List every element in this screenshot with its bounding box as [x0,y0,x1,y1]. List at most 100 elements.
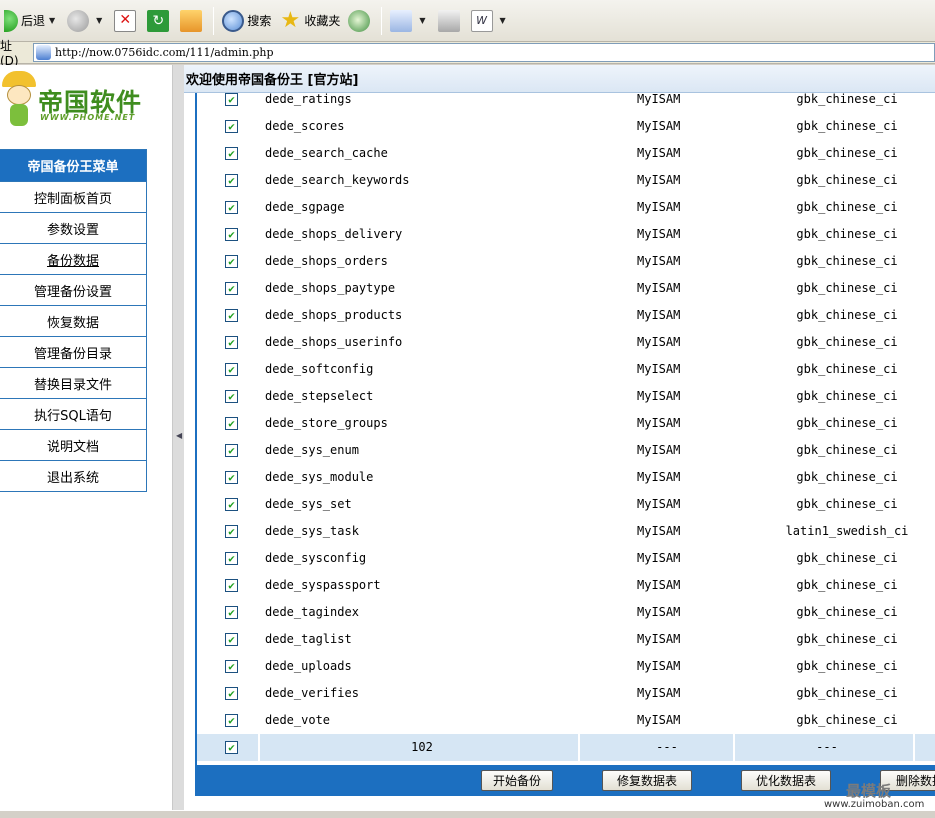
table-list-panel: ✔ dede_ratings MyISAM gbk_chinese_ci ✔ dede_s… [195,93,935,796]
menu-item-settings[interactable]: 参数设置 [0,212,146,243]
table-checkbox[interactable]: ✔ [225,147,238,160]
table-engine: MyISAM [637,470,681,484]
edit-button[interactable]: W ▼ [467,6,514,36]
table-checkbox[interactable]: ✔ [225,309,238,322]
table-checkbox[interactable]: ✔ [225,255,238,268]
collapse-arrow-icon[interactable]: ◀ [176,431,182,440]
table-row: ✔ dede_shops_products MyISAM gbk_chinese_ci [197,302,935,329]
home-button[interactable] [176,6,209,36]
menu-item-run-sql[interactable]: 执行SQL语句 [0,398,146,429]
frame-splitter[interactable]: ◀ [172,65,184,810]
table-name: dede_search_cache [265,146,388,160]
table-checkbox[interactable]: ✔ [225,552,238,565]
mail-button[interactable]: ▼ [386,6,433,36]
table-checkbox[interactable]: ✔ [225,120,238,133]
table-collation: gbk_chinese_ci [796,659,898,673]
table-checkbox[interactable]: ✔ [225,417,238,430]
address-label: 址 (D) [0,39,19,68]
select-all-checkbox[interactable]: ✔ [225,741,238,754]
table-row: ✔ dede_sys_enum MyISAM gbk_chinese_ci [197,437,935,464]
table-collation: gbk_chinese_ci [796,200,898,214]
back-button[interactable]: 后退 ▼ [0,6,63,36]
table-checkbox[interactable]: ✔ [225,606,238,619]
table-checkbox[interactable]: ✔ [225,714,238,727]
repair-tables-button[interactable]: 修复数据表 [602,770,692,791]
table-row: ✔ dede_shops_userinfo MyISAM gbk_chinese_ci [197,329,935,356]
table-row: ✔ dede_sys_task MyISAM latin1_swedish_ci [197,518,935,545]
table-row: ✔ dede_ratings MyISAM gbk_chinese_ci [197,93,935,113]
table-checkbox[interactable]: ✔ [225,525,238,538]
table-checkbox[interactable]: ✔ [225,471,238,484]
table-checkbox[interactable]: ✔ [225,498,238,511]
table-checkbox[interactable]: ✔ [225,579,238,592]
table-checkbox[interactable]: ✔ [225,336,238,349]
table-checkbox[interactable]: ✔ [225,633,238,646]
table-name: dede_sgpage [265,200,345,214]
table-engine: MyISAM [637,119,681,133]
table-engine: MyISAM [637,308,681,322]
table-checkbox[interactable]: ✔ [225,687,238,700]
menu-item-backup-dirs[interactable]: 管理备份目录 [0,336,146,367]
table-collation: gbk_chinese_ci [796,578,898,592]
table-checkbox[interactable]: ✔ [225,228,238,241]
table-checkbox[interactable]: ✔ [225,174,238,187]
printer-icon [437,9,460,32]
address-input[interactable]: http://now.0756idc.com/111/admin.php [33,43,935,62]
table-row: ✔ dede_store_groups MyISAM gbk_chinese_ci [197,410,935,437]
table-row: ✔ dede_search_keywords MyISAM gbk_chinese_c… [197,167,935,194]
table-collation: gbk_chinese_ci [796,173,898,187]
back-dropdown-icon[interactable]: ▼ [49,16,55,25]
table-collation: gbk_chinese_ci [796,389,898,403]
table-checkbox[interactable]: ✔ [225,93,238,106]
menu-item-replace-files[interactable]: 替换目录文件 [0,367,146,398]
table-collation: gbk_chinese_ci [796,362,898,376]
total-collation-placeholder: --- [816,740,838,754]
menu-item-restore-data[interactable]: 恢复数据 [0,305,146,336]
page-icon [36,45,51,60]
menu-item-dashboard[interactable]: 控制面板首页 [0,181,146,212]
start-backup-button[interactable]: 开始备份 [481,770,553,791]
table-name: dede_sys_enum [265,443,359,457]
table-checkbox[interactable]: ✔ [225,444,238,457]
total-engine-placeholder: --- [656,740,678,754]
optimize-tables-button[interactable]: 优化数据表 [741,770,831,791]
table-count: 102 [411,740,433,754]
table-checkbox[interactable]: ✔ [225,390,238,403]
horizontal-scrollbar[interactable] [0,810,935,818]
table-checkbox[interactable]: ✔ [225,363,238,376]
table-collation: gbk_chinese_ci [796,470,898,484]
page-viewport: 帝国软件 WWW.PHOME.NET 帝国备份王菜单 控制面板首页 参数设置 备… [0,65,935,810]
favorites-button[interactable]: ★ 收藏夹 [275,6,344,36]
table-checkbox[interactable]: ✔ [225,660,238,673]
search-icon [222,9,245,32]
table-collation: gbk_chinese_ci [796,227,898,241]
refresh-button[interactable]: ↻ [143,6,176,36]
table-name: dede_shops_orders [265,254,388,268]
watermark: 最模板 www.zuimoban.com [822,780,932,812]
table-row: ✔ dede_shops_delivery MyISAM gbk_chinese_ci [197,221,935,248]
stop-button[interactable] [110,6,143,36]
table-engine: MyISAM [637,578,681,592]
menu-item-backup-settings[interactable]: 管理备份设置 [0,274,146,305]
table-engine: MyISAM [637,146,681,160]
history-button[interactable] [344,6,377,36]
search-button[interactable]: 搜索 [218,6,275,36]
edit-dropdown-icon[interactable]: ▼ [500,16,506,25]
table-name: dede_shops_delivery [265,227,403,241]
left-sidebar: 帝国软件 WWW.PHOME.NET 帝国备份王菜单 控制面板首页 参数设置 备… [0,65,172,810]
mail-dropdown-icon[interactable]: ▼ [419,16,425,25]
table-row: ✔ dede_uploads MyISAM gbk_chinese_ci [197,653,935,680]
mascot-icon [2,71,36,129]
table-checkbox[interactable]: ✔ [225,201,238,214]
menu-item-docs[interactable]: 说明文档 [0,429,146,460]
menu-item-logout[interactable]: 退出系统 [0,460,146,491]
menu-item-backup-data[interactable]: 备份数据 [0,243,146,274]
print-button[interactable] [434,6,467,36]
forward-button[interactable]: ▼ [63,6,110,36]
table-engine: MyISAM [637,281,681,295]
table-collation: gbk_chinese_ci [796,308,898,322]
table-checkbox[interactable]: ✔ [225,282,238,295]
table-name: dede_vote [265,713,331,727]
forward-dropdown-icon[interactable]: ▼ [96,16,102,25]
table-row: ✔ dede_scores MyISAM gbk_chinese_ci [197,113,935,140]
